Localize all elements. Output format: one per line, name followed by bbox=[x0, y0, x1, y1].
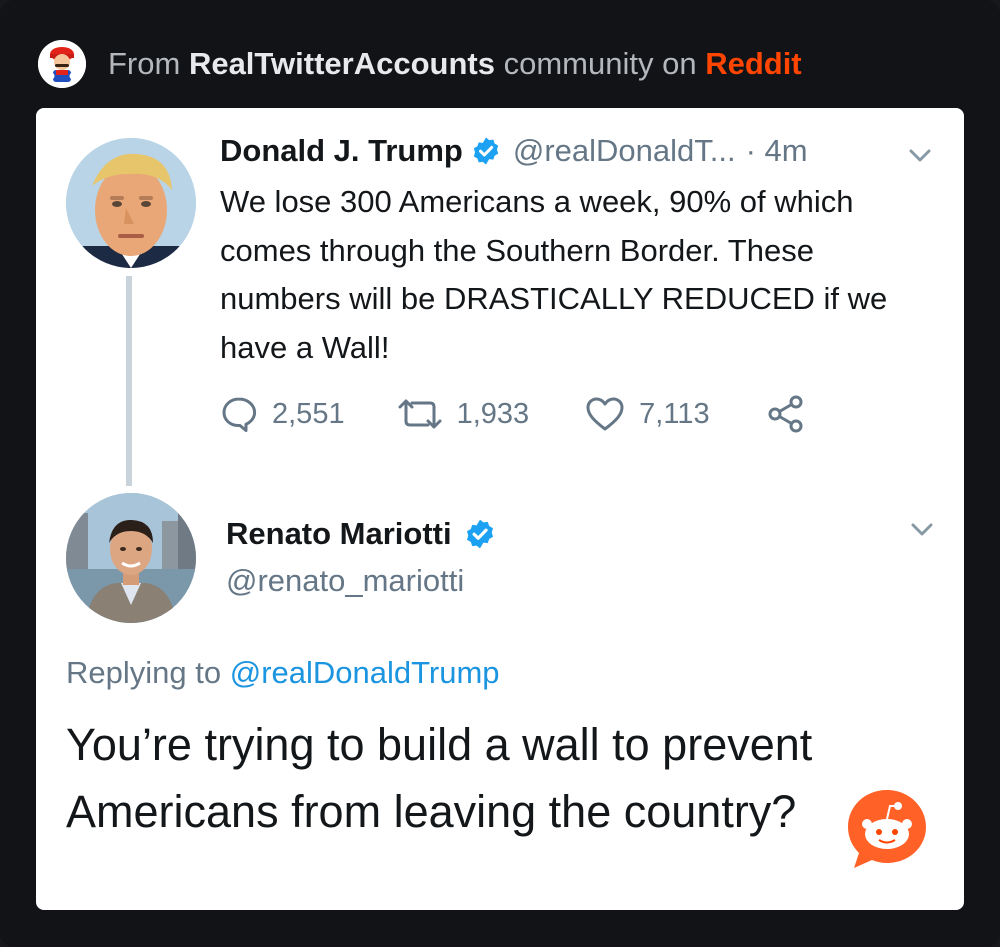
retweet-icon bbox=[397, 397, 443, 431]
reddit-link[interactable]: Reddit bbox=[705, 46, 801, 81]
tweet-author-handle[interactable]: @realDonaldT... bbox=[513, 133, 736, 169]
reddit-snoo-watermark-icon bbox=[842, 784, 932, 874]
heart-icon bbox=[585, 396, 625, 432]
tweet-actions: 2,551 1,933 7,113 bbox=[220, 392, 806, 436]
tweet-author-name[interactable]: Donald J. Trump bbox=[220, 133, 463, 169]
like-action[interactable]: 7,113 bbox=[585, 396, 710, 432]
share-icon bbox=[766, 394, 806, 434]
reply-author-name[interactable]: Renato Mariotti bbox=[226, 516, 452, 552]
renato-avatar[interactable] bbox=[66, 493, 196, 623]
verified-badge-icon bbox=[471, 136, 501, 166]
tweet-header: Donald J. Trump @realDonaldT... · 4m bbox=[220, 133, 808, 169]
post-frame: From RealTwitterAccounts community on Re… bbox=[0, 0, 1000, 947]
header-text: From RealTwitterAccounts community on Re… bbox=[108, 46, 802, 82]
community-link[interactable]: RealTwitterAccounts bbox=[189, 46, 495, 81]
post-header: From RealTwitterAccounts community on Re… bbox=[38, 38, 802, 90]
replying-to-mention[interactable]: @realDonaldTrump bbox=[230, 655, 500, 690]
retweet-action[interactable]: 1,933 bbox=[397, 397, 530, 431]
chevron-down-icon[interactable] bbox=[910, 522, 934, 543]
reply-author-handle[interactable]: @renato_mariotti bbox=[226, 563, 464, 599]
retweet-count: 1,933 bbox=[456, 397, 530, 430]
verified-badge-icon bbox=[464, 518, 496, 550]
reply-count: 2,551 bbox=[272, 397, 345, 430]
tweet-text: We lose 300 Americans a week, 90% of whi… bbox=[220, 184, 888, 365]
replying-to: Replying to @realDonaldTrump bbox=[66, 655, 500, 691]
share-action[interactable] bbox=[766, 394, 806, 434]
header-middle: community on bbox=[494, 46, 706, 81]
reply-icon bbox=[220, 395, 258, 433]
reply-action[interactable]: 2,551 bbox=[220, 395, 345, 433]
reply-text: You’re trying to build a wall to prevent… bbox=[66, 719, 813, 837]
mario-avatar-icon[interactable] bbox=[38, 40, 86, 88]
thread-line bbox=[126, 276, 132, 486]
like-count: 7,113 bbox=[639, 397, 710, 430]
tweet-timestamp[interactable]: · 4m bbox=[746, 133, 808, 169]
trump-avatar[interactable] bbox=[66, 138, 196, 268]
replying-prefix: Replying to bbox=[66, 655, 230, 690]
tweet-screenshot-card: Donald J. Trump @realDonaldT... · 4m We … bbox=[36, 108, 964, 910]
reply-header: Renato Mariotti bbox=[226, 516, 496, 552]
chevron-down-icon[interactable] bbox=[908, 148, 932, 169]
header-prefix: From bbox=[108, 46, 189, 81]
